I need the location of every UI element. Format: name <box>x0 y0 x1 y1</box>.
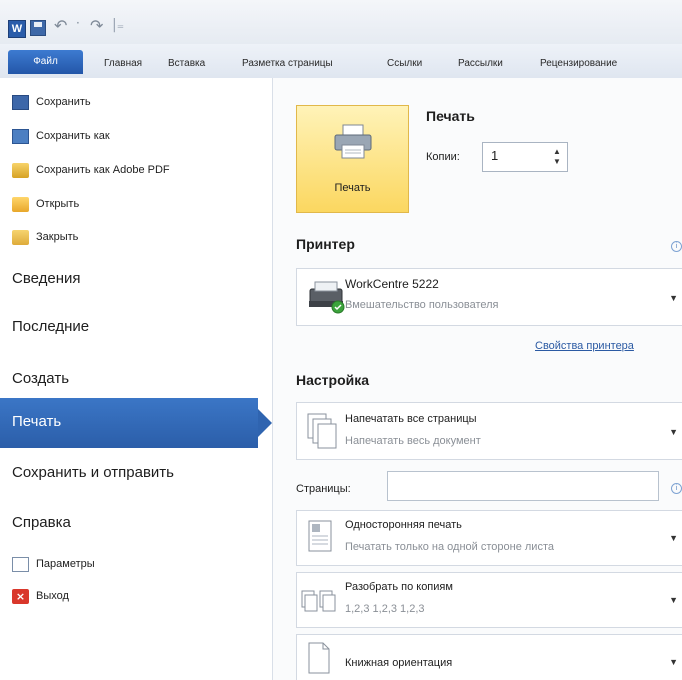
tab-review[interactable]: Рецензирование <box>540 58 617 69</box>
save-icon[interactable] <box>30 20 46 36</box>
printer-section-title: Принтер <box>296 236 355 252</box>
nav-save-send[interactable]: Сохранить и отправить <box>12 464 174 481</box>
word-app-icon[interactable]: W <box>8 20 26 38</box>
sides-sub: Печатать только на одной стороне листа <box>345 541 554 553</box>
nav-options[interactable]: Параметры <box>12 554 95 574</box>
collate-icon <box>301 590 336 612</box>
pages-label: Страницы: <box>296 483 351 495</box>
nav-info[interactable]: Сведения <box>12 270 81 287</box>
one-sided-icon <box>308 520 332 552</box>
redo-icon[interactable]: ↷ <box>90 16 103 35</box>
print-title: Печать <box>426 108 475 124</box>
nav-options-label: Параметры <box>36 558 95 570</box>
tab-mailings[interactable]: Рассылки <box>458 58 503 69</box>
tab-page-layout[interactable]: Разметка страницы <box>242 58 333 69</box>
save-as-icon <box>12 128 29 144</box>
printer-device-icon <box>309 281 345 314</box>
undo-icon[interactable]: ↶ <box>54 16 67 35</box>
portrait-icon <box>308 642 330 674</box>
nav-save-as-label: Сохранить как <box>36 130 110 142</box>
nav-exit[interactable]: × Выход <box>12 586 69 606</box>
collate-sub: 1,2,3 1,2,3 1,2,3 <box>345 603 425 615</box>
print-button-label: Печать <box>334 182 371 194</box>
printer-name: WorkCentre 5222 <box>345 277 439 291</box>
nav-save-pdf[interactable]: Сохранить как Adobe PDF <box>12 160 170 180</box>
copies-spinner[interactable]: ▲ ▼ <box>553 147 563 167</box>
backstage-nav: Сохранить Сохранить как Сохранить как Ad… <box>0 78 273 680</box>
nav-close-label: Закрыть <box>36 231 79 243</box>
nav-save-as[interactable]: Сохранить как <box>12 126 110 146</box>
tab-file[interactable]: Файл <box>8 50 83 74</box>
chevron-down-icon: ▼ <box>669 427 678 437</box>
pdf-icon <box>12 162 29 178</box>
info-icon[interactable]: i <box>671 483 682 494</box>
copies-input[interactable]: 1 ▲ ▼ <box>482 142 568 172</box>
nav-create[interactable]: Создать <box>12 370 69 387</box>
printer-status: Вмешательство пользователя <box>345 299 499 311</box>
nav-exit-label: Выход <box>36 590 69 602</box>
open-folder-icon <box>12 196 29 212</box>
options-icon <box>12 556 29 572</box>
printer-icon <box>334 124 372 159</box>
nav-recent[interactable]: Последние <box>12 318 89 335</box>
exit-icon: × <box>12 588 29 604</box>
collate-dropdown[interactable]: Разобрать по копиям 1,2,3 1,2,3 1,2,3 ▼ <box>296 572 682 628</box>
copies-label: Копии: <box>426 151 460 163</box>
nav-open-label: Открыть <box>36 198 80 210</box>
info-icon[interactable]: i <box>671 241 682 252</box>
tab-references[interactable]: Ссылки <box>387 58 422 69</box>
nav-help[interactable]: Справка <box>12 514 71 531</box>
print-pane: Печать Печать Копии: 1 ▲ ▼ Принтер i Work… <box>273 78 682 680</box>
nav-save-label: Сохранить <box>36 96 91 108</box>
save-icon <box>12 94 29 110</box>
ribbon-tabs: Главная Вставка Разметка страницы Ссылки… <box>0 44 682 79</box>
tab-insert[interactable]: Вставка <box>168 58 205 69</box>
settings-section-title: Настройка <box>296 372 370 388</box>
nav-open[interactable]: Открыть <box>12 194 79 214</box>
quick-access-toolbar: W ↶ · ↷ |₌ <box>0 0 682 44</box>
copies-value: 1 <box>491 148 499 163</box>
undo-dropdown-icon[interactable]: · <box>76 16 80 30</box>
nav-print-label: Печать <box>12 413 62 430</box>
sides-title: Односторонняя печать <box>345 519 462 531</box>
print-range-title: Напечатать все страницы <box>345 413 477 425</box>
print-button[interactable]: Печать <box>296 105 409 213</box>
all-pages-icon <box>307 413 337 449</box>
orientation-dropdown[interactable]: Книжная ориентация ▼ <box>296 634 682 680</box>
chevron-down-icon: ▼ <box>669 595 678 605</box>
printer-dropdown[interactable]: WorkCentre 5222 Вмешательство пользовате… <box>296 268 682 326</box>
tab-home[interactable]: Главная <box>104 58 142 69</box>
nav-close[interactable]: Закрыть <box>12 227 78 247</box>
print-range-sub: Напечатать весь документ <box>345 435 481 447</box>
chevron-down-icon: ▼ <box>669 657 678 667</box>
customize-icon[interactable]: |₌ <box>112 17 124 33</box>
printer-properties-link[interactable]: Свойства принтера <box>535 340 634 352</box>
collate-title: Разобрать по копиям <box>345 581 453 593</box>
nav-save-pdf-label: Сохранить как Adobe PDF <box>36 164 170 176</box>
chevron-down-icon: ▼ <box>669 533 678 543</box>
print-range-dropdown[interactable]: Напечатать все страницы Напечатать весь … <box>296 402 682 460</box>
chevron-down-icon: ▼ <box>669 293 678 303</box>
nav-print[interactable]: Печать <box>0 398 272 448</box>
pages-input[interactable] <box>387 471 659 501</box>
sides-dropdown[interactable]: Односторонняя печать Печатать только на … <box>296 510 682 566</box>
nav-save[interactable]: Сохранить <box>12 92 91 112</box>
orientation-title: Книжная ориентация <box>345 657 453 669</box>
close-folder-icon <box>12 229 29 245</box>
